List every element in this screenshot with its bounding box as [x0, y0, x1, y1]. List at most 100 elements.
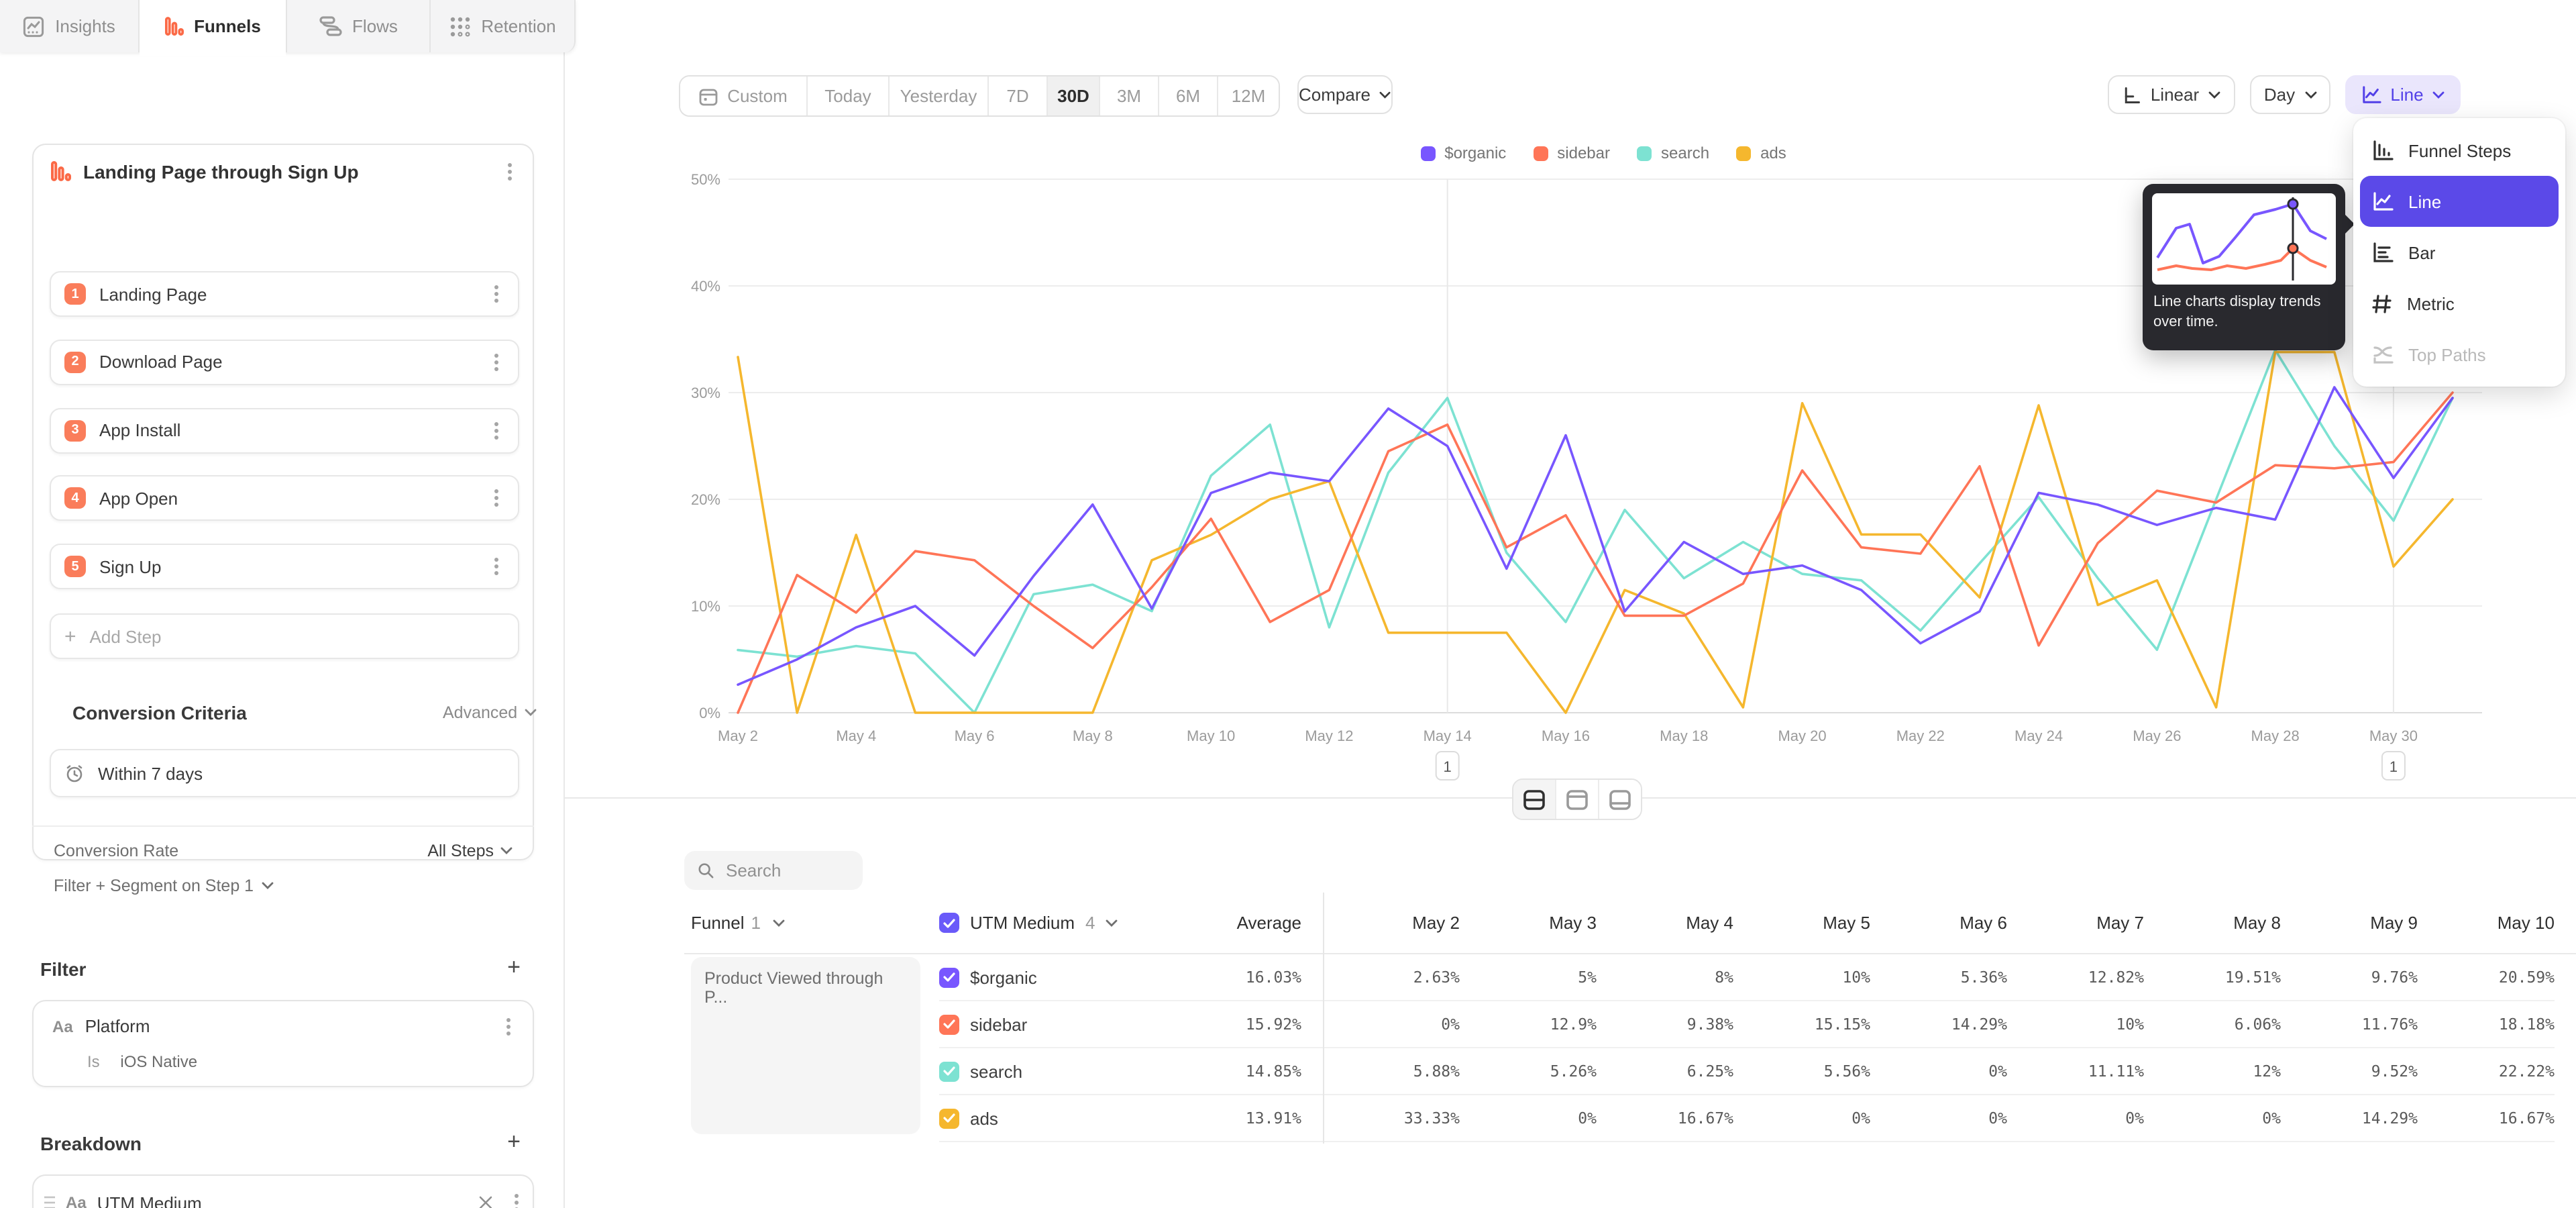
row-checkbox[interactable] [939, 1061, 959, 1081]
menu-item-bar[interactable]: Bar [2360, 227, 2559, 278]
row-checkbox[interactable] [939, 967, 959, 987]
insights-icon [23, 15, 44, 37]
step-kebab-icon[interactable] [488, 421, 504, 440]
menu-item-metric[interactable]: Metric [2360, 278, 2559, 329]
search-input[interactable] [723, 859, 849, 882]
breakdown-card: Aa UTM Medium [32, 1174, 534, 1208]
legend-item-ads[interactable]: ads [1736, 144, 1786, 162]
filter-kebab-icon[interactable] [500, 1017, 517, 1036]
step-kebab-icon[interactable] [488, 353, 504, 372]
tab-funnels[interactable]: Funnels [140, 0, 287, 52]
funnel-step-5[interactable]: 5Sign Up [50, 544, 519, 589]
series-line-sidebar [738, 393, 2453, 713]
row-checkbox[interactable] [939, 1108, 959, 1128]
average-value: 15.92% [1151, 1015, 1301, 1034]
range-6m[interactable]: 6M [1159, 77, 1218, 115]
funnel-name-cell[interactable]: Product Viewed through P... [691, 957, 920, 1134]
filter-value[interactable]: iOS Native [120, 1052, 197, 1071]
legend-item-organic[interactable]: $organic [1420, 144, 1506, 162]
day-column-header[interactable]: May 4 [1597, 913, 1733, 933]
funnel-step-4[interactable]: 4App Open [50, 476, 519, 521]
table-separator [1323, 893, 1324, 1144]
chart-view-button[interactable] [1556, 780, 1599, 819]
filter-segment-dropdown[interactable]: Filter + Segment on Step 1 [54, 876, 274, 895]
day-value: 9.76% [2281, 968, 2418, 987]
day-column-header[interactable]: May 8 [2144, 913, 2281, 933]
range-custom[interactable]: Custom [680, 77, 808, 115]
day-value: 9.52% [2281, 1062, 2418, 1080]
funnel-column-header[interactable]: Funnel 1 [684, 913, 939, 933]
conversion-window[interactable]: Within 7 days [50, 749, 519, 797]
select-all-checkbox[interactable] [939, 913, 959, 933]
day-value: 0% [2007, 1109, 2144, 1127]
add-step-button[interactable]: + Add Step [50, 613, 519, 659]
svg-text:1: 1 [1444, 758, 1452, 775]
step-kebab-icon[interactable] [488, 557, 504, 576]
line-chart-icon [2372, 191, 2394, 211]
day-column-header[interactable]: May 2 [1323, 913, 1460, 933]
svg-text:May 6: May 6 [955, 727, 995, 744]
compare-button[interactable]: Compare [1297, 75, 1393, 114]
day-value: 5.36% [1870, 968, 2007, 987]
day-column-header[interactable]: May 6 [1870, 913, 2007, 933]
scale-dropdown[interactable]: Linear [2108, 75, 2235, 114]
legend-item-search[interactable]: search [1637, 144, 1709, 162]
drag-handle-icon[interactable] [44, 1196, 55, 1208]
average-column-header[interactable]: Average [1151, 913, 1301, 933]
add-step-label: Add Step [90, 626, 162, 646]
report-tabs: InsightsFunnelsFlows Retention [0, 0, 576, 52]
advanced-dropdown[interactable]: Advanced [443, 703, 536, 722]
day-value: 14.29% [2281, 1109, 2418, 1127]
menu-item-line[interactable]: Line [2360, 176, 2559, 227]
range-7d[interactable]: 7D [989, 77, 1048, 115]
funnel-step-1[interactable]: 1Landing Page [50, 271, 519, 317]
interval-dropdown[interactable]: Day [2250, 75, 2330, 114]
remove-breakdown-icon[interactable] [479, 1196, 492, 1208]
range-3m[interactable]: 3M [1100, 77, 1159, 115]
tab-flows[interactable]: Flows [287, 0, 431, 52]
step-label: Sign Up [99, 556, 162, 576]
funnel-step-3[interactable]: 3App Install [50, 407, 519, 453]
split-view-button[interactable] [1513, 780, 1556, 819]
conversion-rate-dropdown[interactable]: All Steps [427, 842, 513, 860]
step-kebab-icon[interactable] [488, 285, 504, 303]
add-breakdown-button[interactable]: + [507, 1133, 521, 1152]
range-yesterday[interactable]: Yesterday [890, 77, 989, 115]
table-view-button[interactable] [1599, 780, 1641, 819]
legend-item-sidebar[interactable]: sidebar [1533, 144, 1610, 162]
day-value: 18.18% [2418, 1015, 2555, 1034]
day-value: 22.22% [2418, 1062, 2555, 1080]
breakdown-kebab-icon[interactable] [508, 1193, 525, 1208]
menu-item-label: Funnel Steps [2408, 140, 2511, 160]
tab-retention[interactable]: Retention [431, 0, 576, 52]
day-column-header[interactable]: May 5 [1733, 913, 1870, 933]
day-value: 6.06% [2144, 1015, 2281, 1034]
svg-text:May 4: May 4 [836, 727, 876, 744]
tab-insights[interactable]: Insights [0, 0, 140, 52]
range-30d[interactable]: 30D [1048, 77, 1100, 115]
day-value: 0% [1870, 1109, 2007, 1127]
plus-icon: + [64, 625, 76, 648]
chart-legend: $organic sidebar search ads [724, 144, 2482, 162]
chart-type-dropdown[interactable]: Line [2345, 75, 2461, 114]
funnel-step-2[interactable]: 2Download Page [50, 340, 519, 385]
funnel-kebab-icon[interactable] [502, 162, 518, 181]
tab-label: Retention [481, 16, 555, 36]
breakdown-column-header[interactable]: UTM Medium 4 [939, 913, 1151, 933]
row-checkbox[interactable] [939, 1014, 959, 1034]
step-kebab-icon[interactable] [488, 489, 504, 508]
svg-text:0%: 0% [699, 705, 720, 721]
svg-text:May 14: May 14 [1424, 727, 1472, 744]
range-today[interactable]: Today [808, 77, 890, 115]
day-column-header[interactable]: May 3 [1460, 913, 1597, 933]
menu-item-label: Bar [2408, 242, 2435, 262]
day-value: 11.76% [2281, 1015, 2418, 1034]
conversion-criteria-heading: Conversion Criteria [72, 702, 247, 723]
day-column-header[interactable]: May 7 [2007, 913, 2144, 933]
day-column-header[interactable]: May 9 [2281, 913, 2418, 933]
menu-item-funnel-steps[interactable]: Funnel Steps [2360, 125, 2559, 176]
range-12m[interactable]: 12M [1218, 77, 1279, 115]
add-filter-button[interactable]: + [507, 958, 521, 977]
svg-text:May 8: May 8 [1073, 727, 1113, 744]
day-column-header[interactable]: May 10 [2418, 913, 2555, 933]
